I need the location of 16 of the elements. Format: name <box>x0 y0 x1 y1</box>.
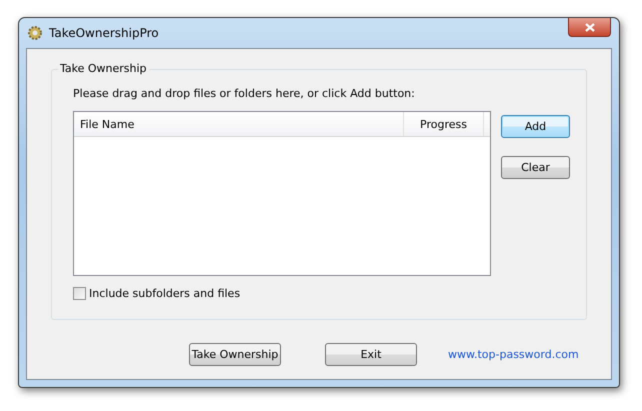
add-button[interactable]: Add <box>501 115 570 138</box>
clear-button[interactable]: Clear <box>501 156 570 179</box>
column-header[interactable]: File Name <box>74 112 404 136</box>
gear-icon <box>27 25 43 41</box>
close-icon <box>584 22 594 32</box>
checkbox[interactable] <box>73 287 86 300</box>
file-list[interactable]: File Name Progress <box>73 111 491 276</box>
window-title: TakeOwnershipPro <box>49 26 159 40</box>
website-link[interactable]: www.top-password.com <box>448 348 579 361</box>
exit-button[interactable]: Exit <box>325 343 417 366</box>
column-header[interactable]: Progress <box>404 112 484 136</box>
group-title: Take Ownership <box>58 62 149 75</box>
close-button[interactable] <box>568 18 611 37</box>
checkbox-label[interactable]: Include subfolders and files <box>89 287 240 300</box>
instruction-text: Please drag and drop files or folders here, or click Add button: <box>73 87 416 100</box>
take-ownership-button[interactable]: Take Ownership <box>189 343 281 366</box>
